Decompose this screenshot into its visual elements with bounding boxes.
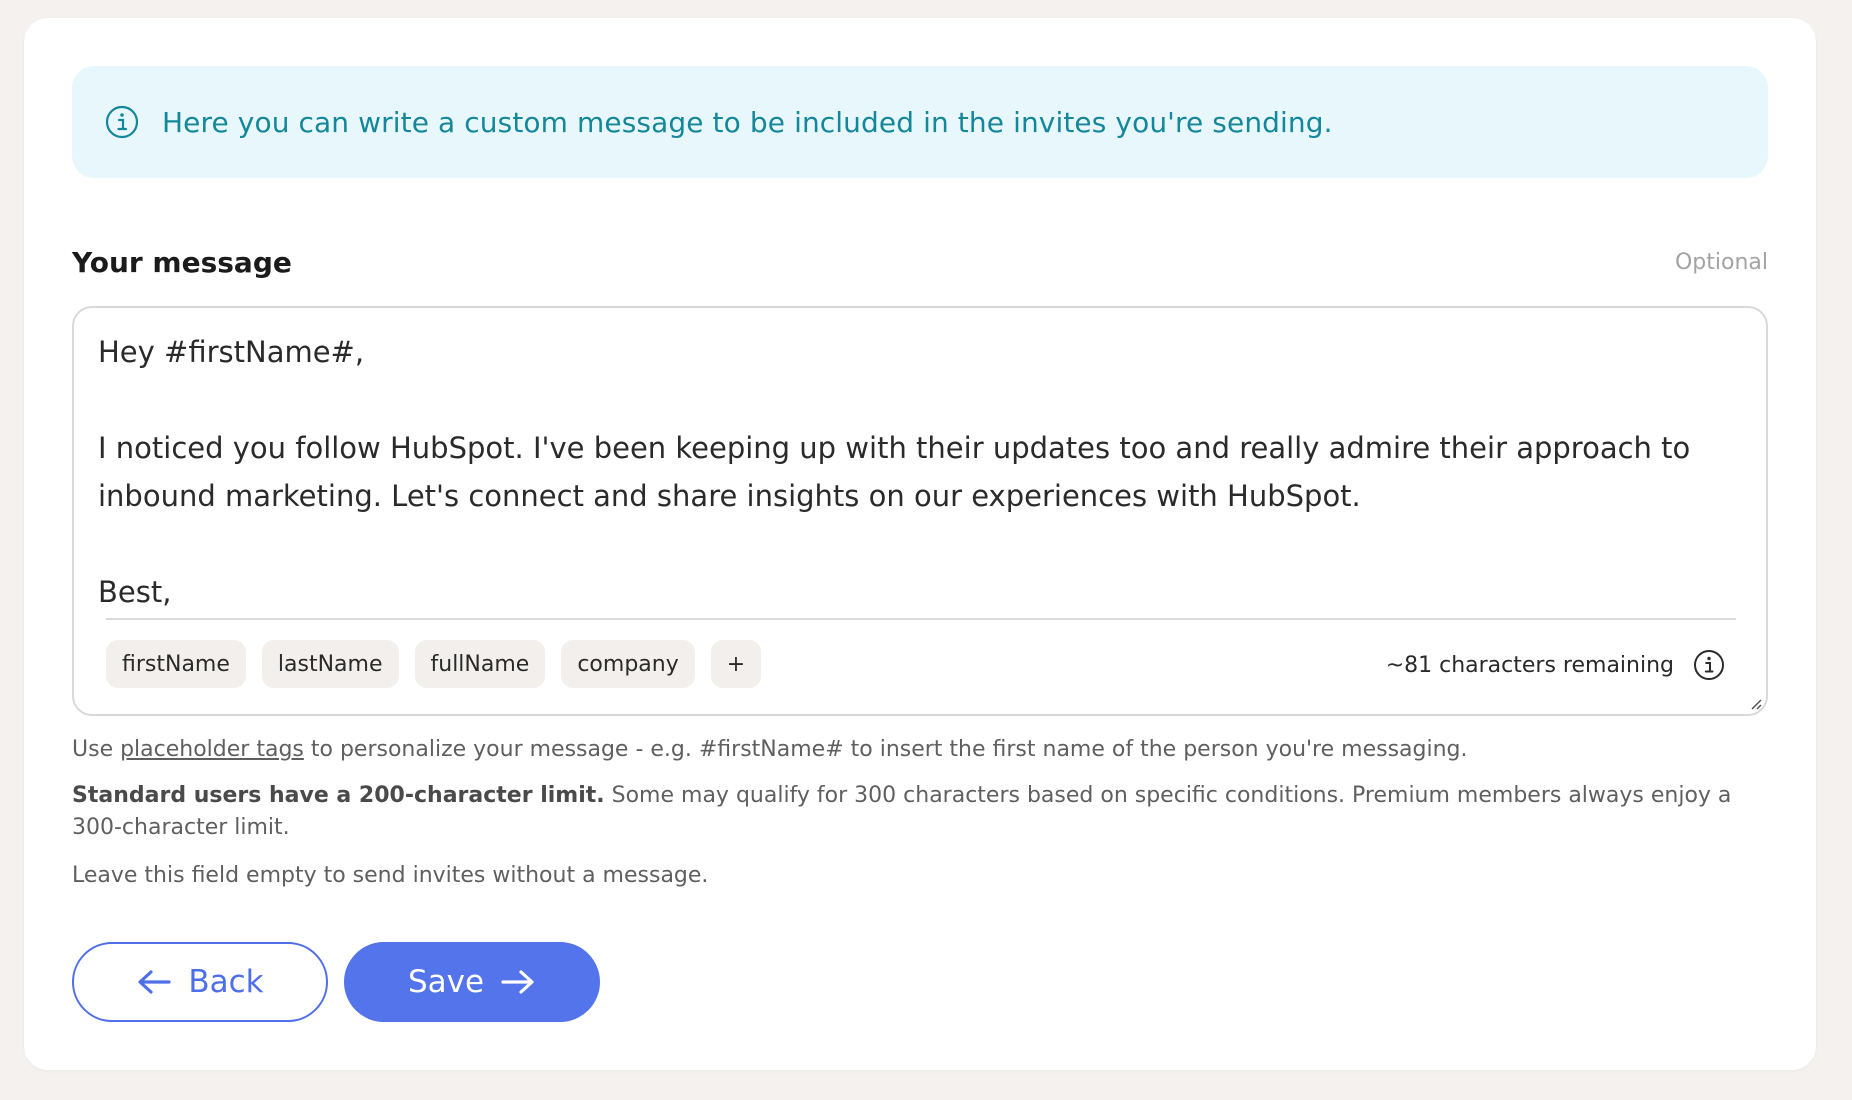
message-text[interactable]: Hey #firstName#, I noticed you follow Hu… [98, 328, 1698, 616]
tag-fullname[interactable]: fullName [414, 640, 546, 688]
tag-lastname[interactable]: lastName [261, 640, 399, 688]
help-text-limit-bold: Standard users have a 200-character limi… [72, 783, 605, 808]
optional-label: Optional [1674, 250, 1768, 275]
save-button[interactable]: Save [344, 942, 600, 1022]
back-button[interactable]: Back [72, 942, 328, 1022]
characters-remaining: ~81 characters remaining [1386, 648, 1726, 682]
field-label-row: Your message Optional [72, 246, 1768, 279]
placeholder-tags: firstName lastName fullName company + [106, 640, 762, 688]
info-icon[interactable] [1692, 648, 1726, 682]
arrow-left-icon [138, 970, 171, 994]
tag-add-button[interactable]: + [710, 640, 762, 688]
textarea-divider [106, 618, 1736, 620]
tag-firstname[interactable]: firstName [106, 640, 246, 688]
resize-handle-icon[interactable] [1748, 696, 1762, 710]
placeholder-tags-link[interactable]: placeholder tags [120, 737, 304, 762]
message-textarea[interactable]: Hey #firstName#, I noticed you follow Hu… [72, 306, 1768, 716]
help-text-empty: Leave this field empty to send invites w… [72, 863, 709, 888]
characters-remaining-text: ~81 characters remaining [1385, 652, 1674, 678]
help-text-limits: Standard users have a 200-character limi… [72, 780, 1768, 844]
save-button-label: Save [407, 964, 485, 1000]
help-text-placeholders: Use placeholder tags to personalize your… [72, 734, 1768, 766]
info-banner: Here you can write a custom message to b… [72, 66, 1768, 178]
back-button-label: Back [188, 964, 264, 1000]
help-text-suffix: to personalize your message - e.g. #firs… [303, 737, 1468, 762]
info-banner-text: Here you can write a custom message to b… [162, 105, 1333, 139]
message-card: Here you can write a custom message to b… [24, 18, 1816, 1070]
info-icon [105, 105, 139, 139]
field-label: Your message [72, 246, 292, 279]
help-text-prefix: Use [72, 737, 121, 762]
arrow-right-icon [501, 970, 534, 994]
tag-company[interactable]: company [561, 640, 695, 688]
